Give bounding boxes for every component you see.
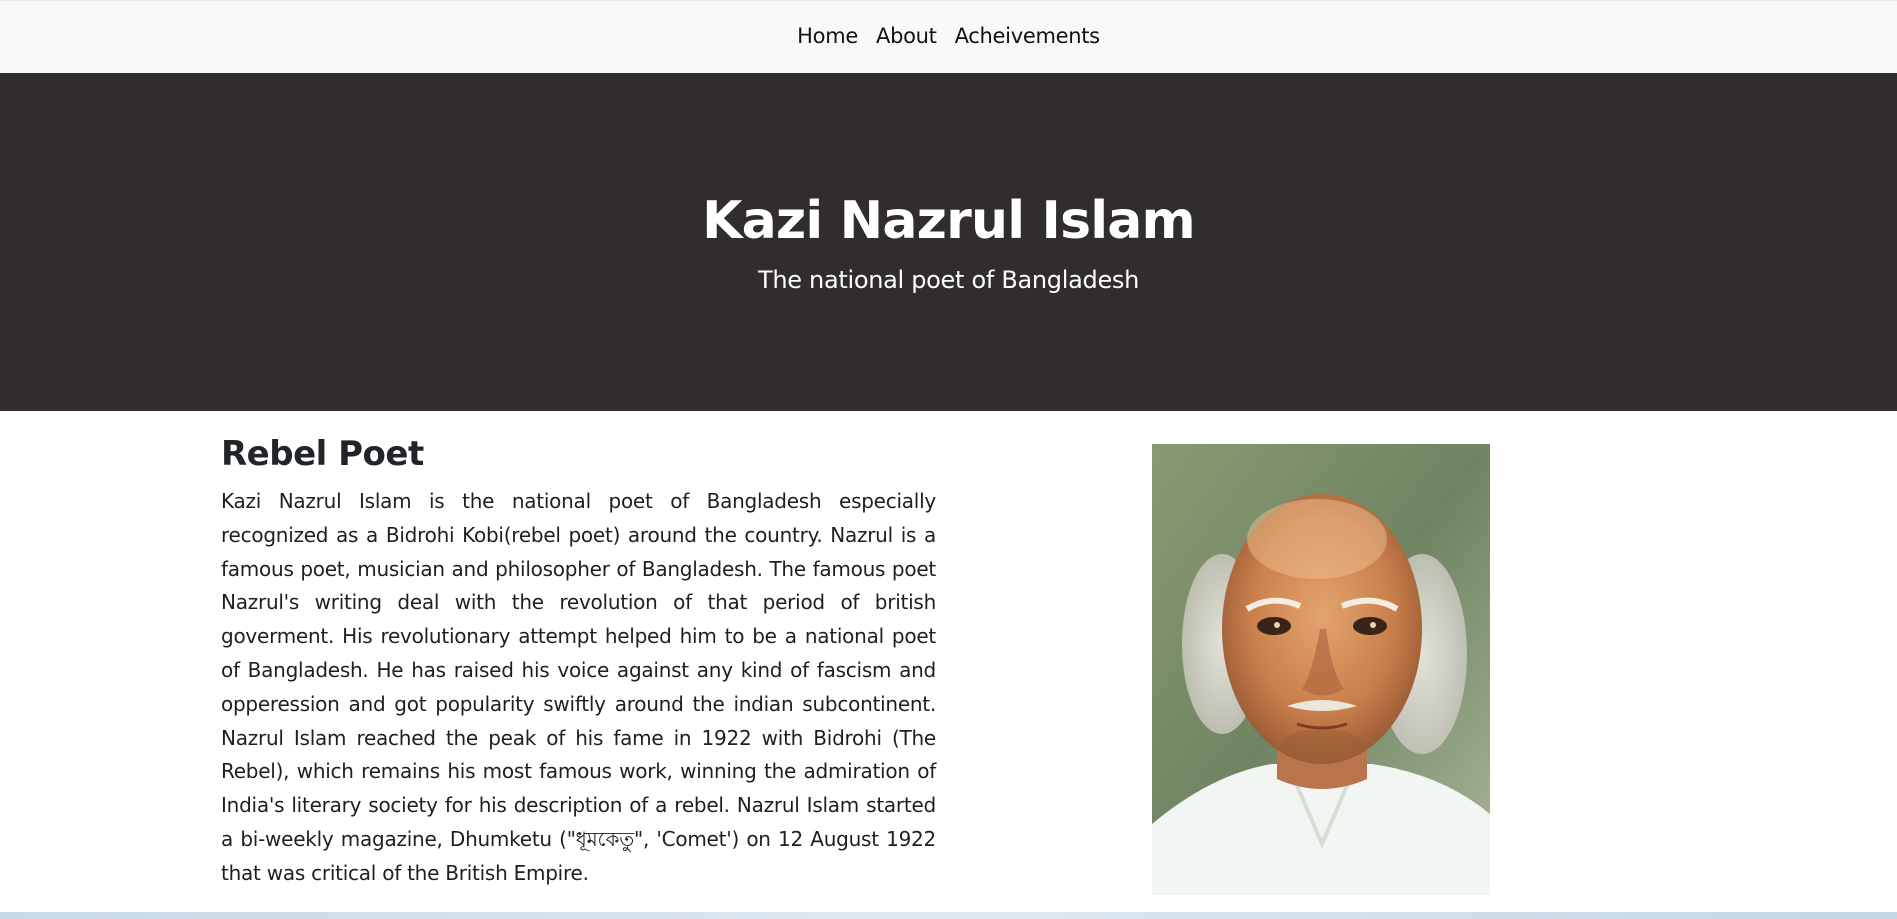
poet-portrait-image (1152, 444, 1490, 895)
hero-subtitle: The national poet of Bangladesh (757, 266, 1140, 294)
bottom-edge-strip (0, 912, 1897, 919)
nav-link-home[interactable]: Home (797, 24, 858, 48)
bio-paragraph: Kazi Nazrul Islam is the national poet o… (221, 489, 936, 885)
about-section: Rebel Poet Kazi Nazrul Islam is the nati… (221, 411, 1490, 911)
top-navbar: Home About Acheivements (0, 0, 1897, 73)
nav-link-achievements[interactable]: Acheivements (955, 24, 1101, 48)
section-heading: Rebel Poet (221, 434, 424, 474)
hero-banner: Kazi Nazrul Islam The national poet of B… (0, 73, 1897, 411)
nav-link-about[interactable]: About (876, 24, 937, 48)
hero-title: Kazi Nazrul Islam (702, 191, 1196, 251)
